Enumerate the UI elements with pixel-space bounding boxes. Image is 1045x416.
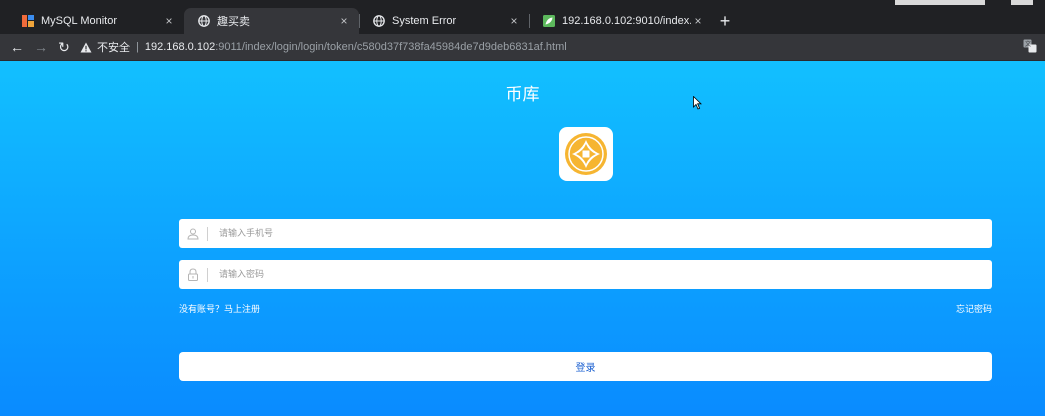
lock-icon xyxy=(179,260,207,289)
address-divider: | xyxy=(136,41,139,53)
tab-title: 趣买卖 xyxy=(217,16,250,28)
coin-icon xyxy=(565,133,607,175)
auth-links: 没有账号？马上注册 忘记密码 xyxy=(179,302,992,316)
page-title: 币库 xyxy=(505,85,540,105)
tab-strip: MySQL Monitor × 趣买卖 × System Error × 192… xyxy=(0,0,1045,34)
field-divider xyxy=(207,226,208,241)
password-field[interactable] xyxy=(179,260,992,289)
tab-separator xyxy=(359,14,360,28)
tab-separator xyxy=(529,14,530,28)
tab-mysql-monitor[interactable]: MySQL Monitor × xyxy=(8,8,184,34)
window-overlay-strip xyxy=(895,0,985,5)
leaf-icon xyxy=(543,15,555,27)
tab-title: 192.168.0.102:9010/index.php xyxy=(562,15,691,27)
close-tab-icon[interactable]: × xyxy=(162,14,176,28)
globe-icon xyxy=(373,15,385,27)
password-input[interactable] xyxy=(217,260,992,289)
tab-title: MySQL Monitor xyxy=(41,15,118,27)
address-bar[interactable]: 不安全 | 192.168.0.102 :9011/index/login/lo… xyxy=(80,37,1010,57)
tab-title: System Error xyxy=(392,15,457,27)
user-icon xyxy=(179,219,207,248)
forgot-password-link[interactable]: 忘记密码 xyxy=(956,302,992,315)
url-path: :9011/index/login/login/token/c580d37f73… xyxy=(215,41,567,53)
forward-button[interactable]: → xyxy=(32,38,50,56)
login-page: 币库 没有账号？马上注册 忘记密码 登录 xyxy=(0,61,1045,416)
close-tab-icon[interactable]: × xyxy=(507,14,521,28)
login-button[interactable]: 登录 xyxy=(179,352,992,381)
register-link[interactable]: 没有账号？马上注册 xyxy=(179,302,260,315)
phone-input[interactable] xyxy=(217,219,992,248)
translate-icon[interactable]: 文 xyxy=(1023,39,1037,53)
phone-field[interactable] xyxy=(179,219,992,248)
close-tab-icon[interactable]: × xyxy=(691,14,705,28)
warning-icon[interactable] xyxy=(80,42,92,53)
close-tab-icon[interactable]: × xyxy=(337,14,351,28)
reload-button[interactable]: ↻ xyxy=(55,38,73,56)
mouse-cursor-icon xyxy=(693,96,702,110)
back-button[interactable]: ← xyxy=(8,38,26,56)
field-divider xyxy=(207,267,208,282)
mysql-monitor-icon xyxy=(22,15,34,27)
security-label[interactable]: 不安全 xyxy=(97,39,130,55)
url-host: 192.168.0.102 xyxy=(144,41,216,53)
tab-qumaimai[interactable]: 趣买卖 × xyxy=(184,8,359,34)
new-tab-button[interactable]: + xyxy=(716,10,734,32)
app-logo xyxy=(559,127,613,181)
tab-index-php[interactable]: 192.168.0.102:9010/index.php × xyxy=(529,8,713,34)
window-overlay-strip-small xyxy=(1011,0,1033,5)
globe-icon xyxy=(198,15,210,27)
tab-system-error[interactable]: System Error × xyxy=(359,8,529,34)
browser-toolbar: ← → ↻ 不安全 | 192.168.0.102 :9011/index/lo… xyxy=(0,34,1045,61)
svg-text:文: 文 xyxy=(1025,40,1031,48)
